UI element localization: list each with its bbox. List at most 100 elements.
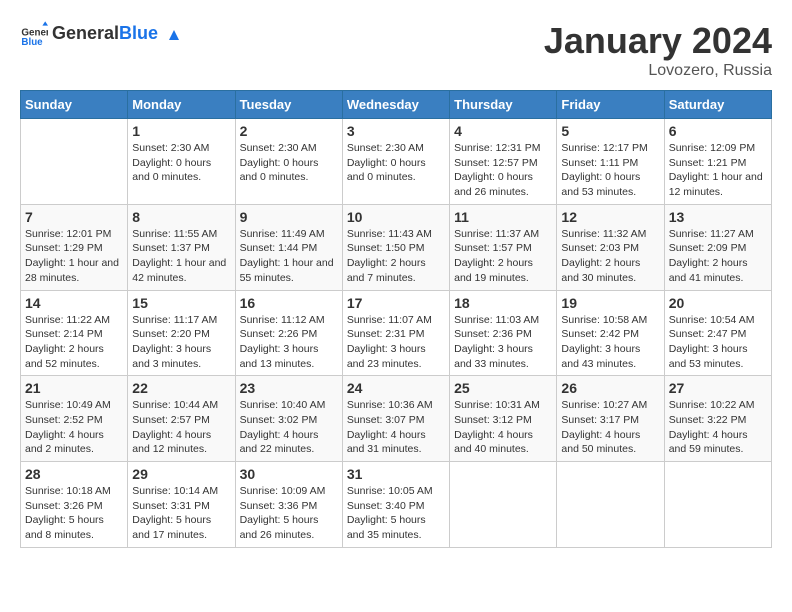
calendar-cell: 21 Sunrise: 10:49 AM Sunset: 2:52 PM Dayl… [21,376,128,462]
day-number: 23 [240,380,338,396]
day-info: Sunrise: 10:36 AM Sunset: 3:07 PM Daylig… [347,398,445,457]
location-title: Lovozero, Russia [544,62,772,80]
calendar-cell: 16 Sunrise: 11:12 AM Sunset: 2:26 PM Dayl… [235,290,342,376]
day-number: 31 [347,466,445,482]
calendar-cell [21,119,128,205]
calendar-cell: 19 Sunrise: 10:58 AM Sunset: 2:42 PM Dayl… [557,290,664,376]
header: General Blue GeneralBlue January 2024 Lo… [20,20,772,80]
svg-text:Blue: Blue [21,37,43,48]
day-info: Sunrise: 10:54 AM Sunset: 2:47 PM Daylig… [669,313,767,372]
calendar-cell: 4 Sunrise: 12:31 PM Sunset: 12:57 PM Dayl… [450,119,557,205]
calendar-cell: 3 Sunset: 2:30 AM Daylight: 0 hours and 0… [342,119,449,205]
calendar-cell: 22Sunrise: 10:44 AM Sunset: 2:57 PM Dayl… [128,376,235,462]
calendar-cell: 28Sunrise: 10:18 AM Sunset: 3:26 PM Dayl… [21,462,128,548]
calendar-cell: 23 Sunrise: 10:40 AM Sunset: 3:02 PM Dayl… [235,376,342,462]
calendar-cell: 7 Sunrise: 12:01 PM Sunset: 1:29 PM Dayli… [21,204,128,290]
day-number: 17 [347,295,445,311]
day-number: 29 [132,466,230,482]
day-info: Sunrise: 11:55 AM Sunset: 1:37 PM Daylig… [132,227,230,286]
calendar-cell: 24 Sunrise: 10:36 AM Sunset: 3:07 PM Dayl… [342,376,449,462]
calendar-week-row: 7 Sunrise: 12:01 PM Sunset: 1:29 PM Dayli… [21,204,772,290]
day-info: Sunrise: 11:27 AM Sunset: 2:09 PM Daylig… [669,227,767,286]
day-info: Sunrise: 11:12 AM Sunset: 2:26 PM Daylig… [240,313,338,372]
calendar-week-row: 28Sunrise: 10:18 AM Sunset: 3:26 PM Dayl… [21,462,772,548]
day-number: 21 [25,380,123,396]
calendar-cell: 30 Sunrise: 10:09 AM Sunset: 3:36 PM Dayl… [235,462,342,548]
calendar-cell: 26Sunrise: 10:27 AM Sunset: 3:17 PM Dayl… [557,376,664,462]
day-info: Sunset: 2:30 AM Daylight: 0 hours and 0 … [132,141,230,185]
weekday-header: Tuesday [235,91,342,119]
day-number: 2 [240,123,338,139]
day-info: Sunrise: 11:32 AM Sunset: 2:03 PM Daylig… [561,227,659,286]
calendar-cell: 12Sunrise: 11:32 AM Sunset: 2:03 PM Dayl… [557,204,664,290]
weekday-header: Thursday [450,91,557,119]
calendar-cell [450,462,557,548]
day-number: 4 [454,123,552,139]
calendar-cell: 27Sunrise: 10:22 AM Sunset: 3:22 PM Dayl… [664,376,771,462]
day-info: Sunrise: 10:58 AM Sunset: 2:42 PM Daylig… [561,313,659,372]
day-info: Sunrise: 12:31 PM Sunset: 12:57 PM Dayli… [454,141,552,200]
calendar-cell: 10Sunrise: 11:43 AM Sunset: 1:50 PM Dayl… [342,204,449,290]
day-number: 16 [240,295,338,311]
calendar-table: SundayMondayTuesdayWednesdayThursdayFrid… [20,90,772,548]
day-number: 27 [669,380,767,396]
day-number: 22 [132,380,230,396]
day-number: 25 [454,380,552,396]
day-number: 3 [347,123,445,139]
weekday-header: Friday [557,91,664,119]
logo-general: General [52,23,119,43]
day-info: Sunrise: 10:40 AM Sunset: 3:02 PM Daylig… [240,398,338,457]
title-area: January 2024 Lovozero, Russia [544,20,772,80]
day-number: 20 [669,295,767,311]
calendar-cell: 8 Sunrise: 11:55 AM Sunset: 1:37 PM Dayli… [128,204,235,290]
day-info: Sunrise: 11:49 AM Sunset: 1:44 PM Daylig… [240,227,338,286]
day-number: 30 [240,466,338,482]
day-number: 19 [561,295,659,311]
day-info: Sunrise: 10:14 AM Sunset: 3:31 PM Daylig… [132,484,230,543]
day-number: 13 [669,209,767,225]
day-number: 7 [25,209,123,225]
weekday-header: Saturday [664,91,771,119]
logo: General Blue GeneralBlue [20,20,183,48]
day-number: 1 [132,123,230,139]
day-number: 9 [240,209,338,225]
day-info: Sunrise: 10:09 AM Sunset: 3:36 PM Daylig… [240,484,338,543]
calendar-week-row: 1 Sunset: 2:30 AM Daylight: 0 hours and 0… [21,119,772,205]
month-title: January 2024 [544,20,772,62]
day-info: Sunrise: 10:05 AM Sunset: 3:40 PM Daylig… [347,484,445,543]
calendar-cell: 5 Sunrise: 12:17 PM Sunset: 1:11 PM Dayli… [557,119,664,205]
weekday-header: Wednesday [342,91,449,119]
calendar-cell: 20 Sunrise: 10:54 AM Sunset: 2:47 PM Dayl… [664,290,771,376]
weekday-header-row: SundayMondayTuesdayWednesdayThursdayFrid… [21,91,772,119]
day-info: Sunrise: 12:01 PM Sunset: 1:29 PM Daylig… [25,227,123,286]
day-number: 6 [669,123,767,139]
calendar-cell: 1 Sunset: 2:30 AM Daylight: 0 hours and 0… [128,119,235,205]
day-number: 18 [454,295,552,311]
day-number: 26 [561,380,659,396]
calendar-cell: 15Sunrise: 11:17 AM Sunset: 2:20 PM Dayl… [128,290,235,376]
logo-blue: Blue [119,23,158,43]
day-info: Sunrise: 11:03 AM Sunset: 2:36 PM Daylig… [454,313,552,372]
day-info: Sunrise: 11:07 AM Sunset: 2:31 PM Daylig… [347,313,445,372]
day-info: Sunset: 2:30 AM Daylight: 0 hours and 0 … [347,141,445,185]
day-number: 8 [132,209,230,225]
day-info: Sunrise: 10:18 AM Sunset: 3:26 PM Daylig… [25,484,123,543]
calendar-cell: 18 Sunrise: 11:03 AM Sunset: 2:36 PM Dayl… [450,290,557,376]
calendar-cell: 13 Sunrise: 11:27 AM Sunset: 2:09 PM Dayl… [664,204,771,290]
day-number: 5 [561,123,659,139]
calendar-week-row: 14Sunrise: 11:22 AM Sunset: 2:14 PM Dayl… [21,290,772,376]
logo-triangle-icon [165,26,183,44]
day-number: 24 [347,380,445,396]
day-info: Sunrise: 10:49 AM Sunset: 2:52 PM Daylig… [25,398,123,457]
calendar-cell: 31 Sunrise: 10:05 AM Sunset: 3:40 PM Dayl… [342,462,449,548]
calendar-cell [664,462,771,548]
day-info: Sunrise: 10:31 AM Sunset: 3:12 PM Daylig… [454,398,552,457]
weekday-header: Sunday [21,91,128,119]
weekday-header: Monday [128,91,235,119]
day-info: Sunrise: 12:17 PM Sunset: 1:11 PM Daylig… [561,141,659,200]
day-number: 11 [454,209,552,225]
calendar-week-row: 21 Sunrise: 10:49 AM Sunset: 2:52 PM Dayl… [21,376,772,462]
calendar-cell: 14Sunrise: 11:22 AM Sunset: 2:14 PM Dayl… [21,290,128,376]
day-info: Sunrise: 11:22 AM Sunset: 2:14 PM Daylig… [25,313,123,372]
calendar-cell: 6Sunrise: 12:09 PM Sunset: 1:21 PM Dayli… [664,119,771,205]
